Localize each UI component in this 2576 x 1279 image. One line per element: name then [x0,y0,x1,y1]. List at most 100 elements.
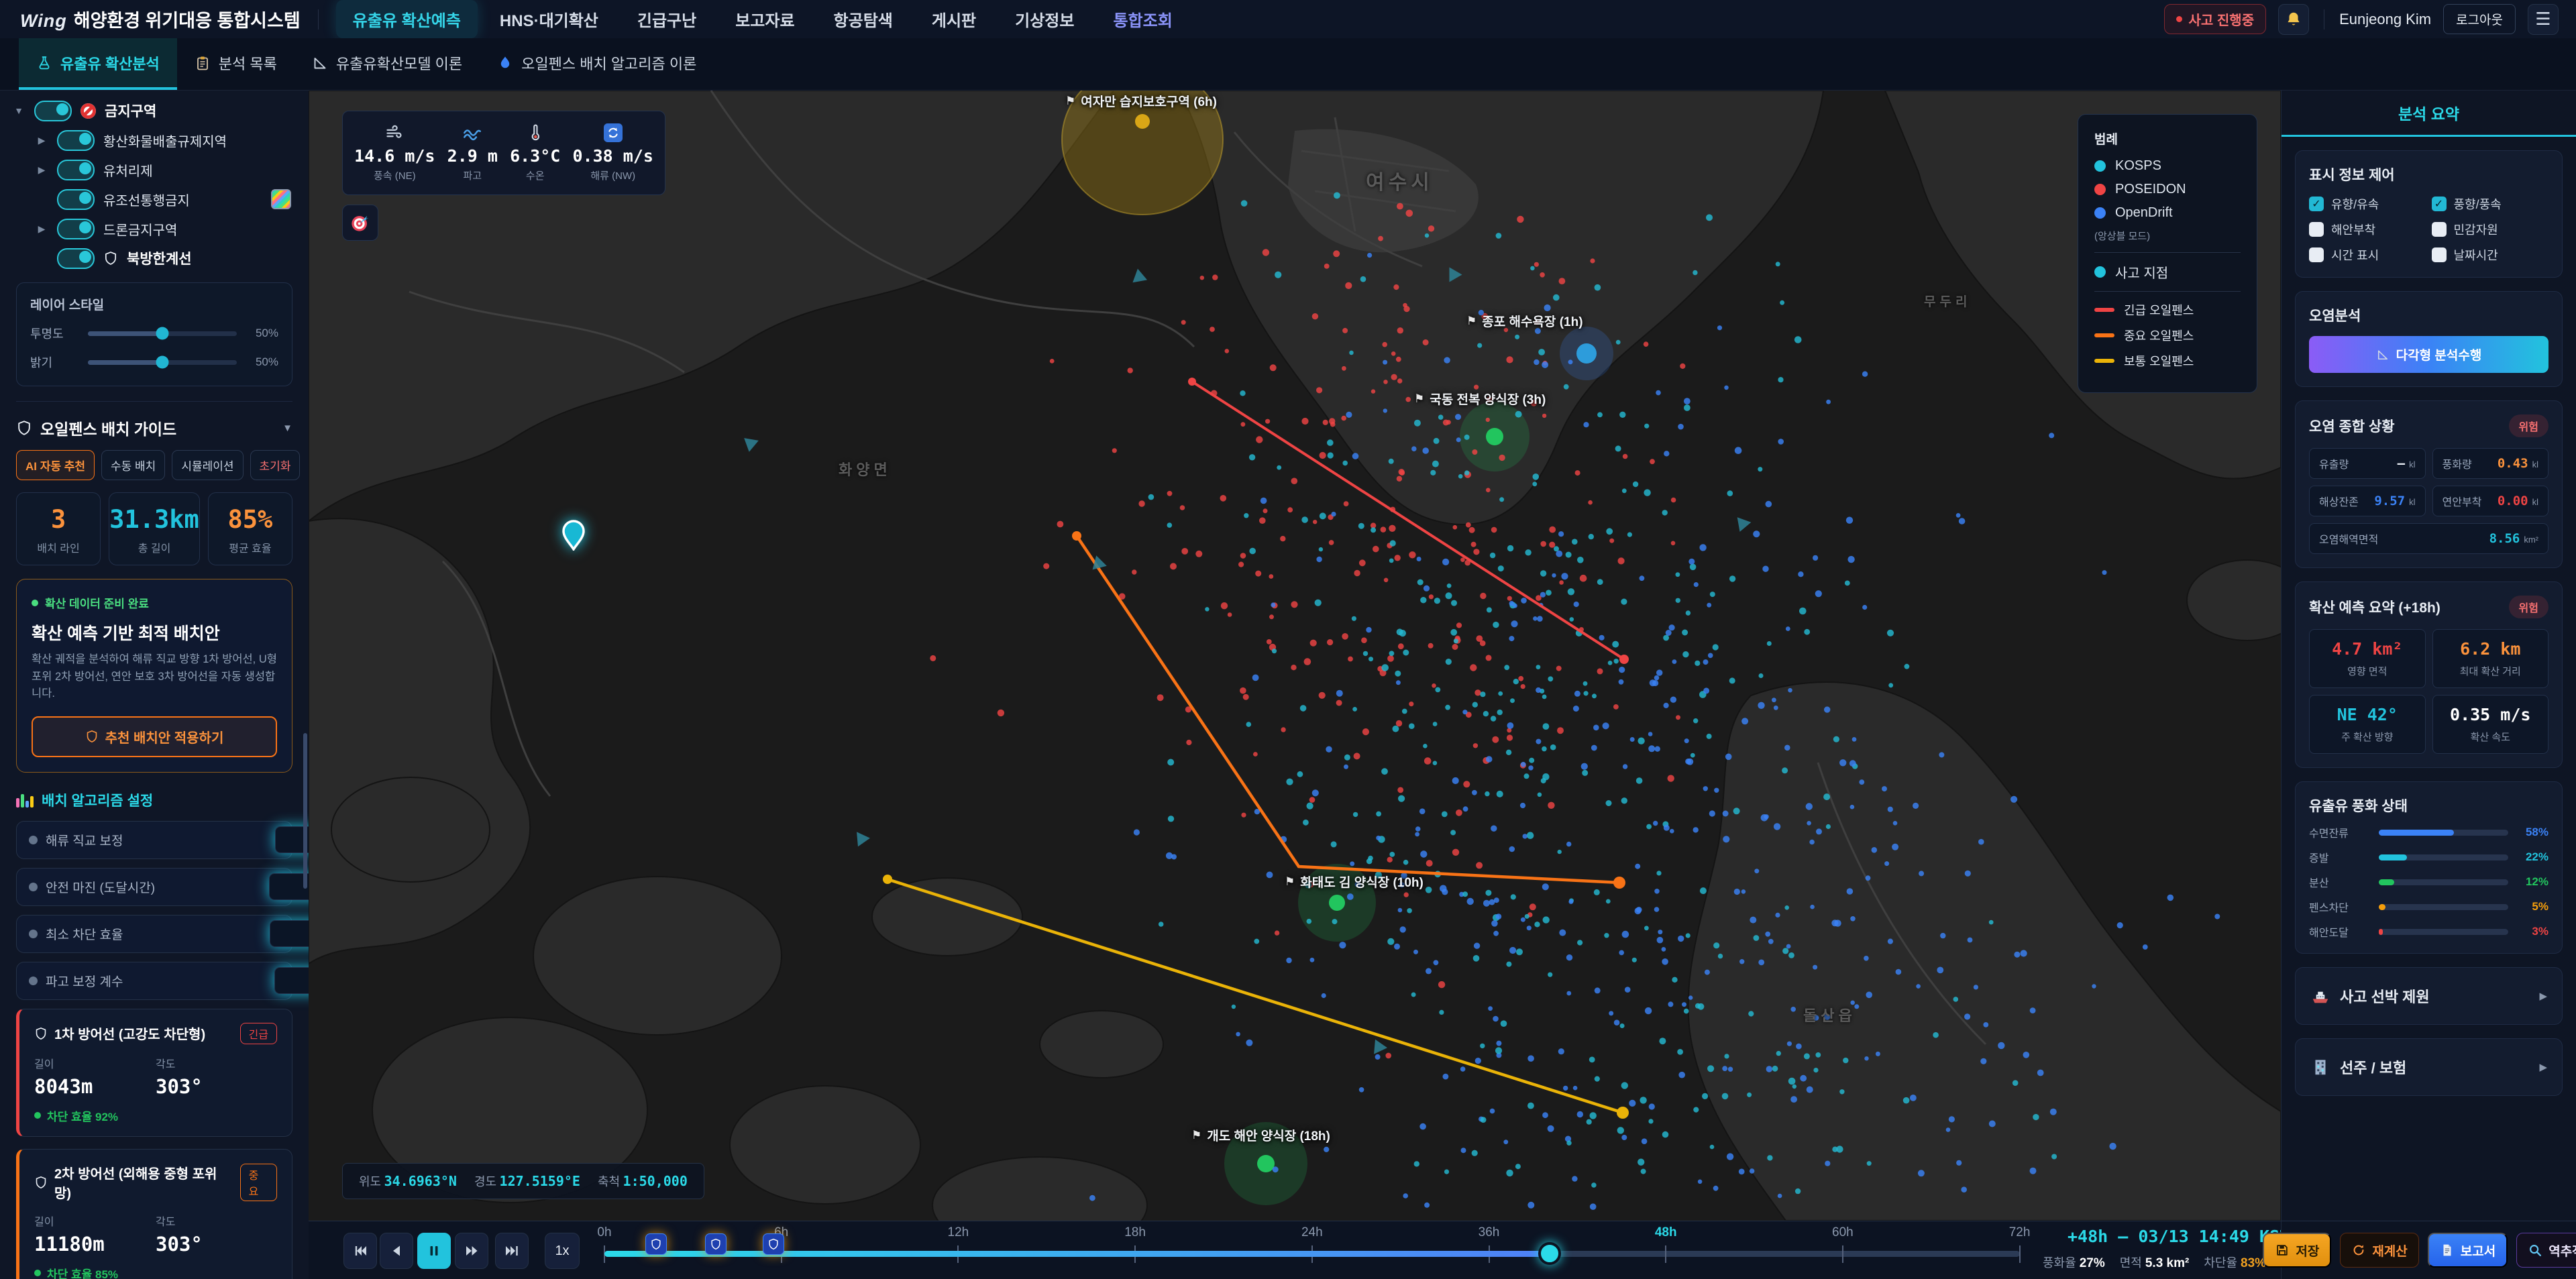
display-checkbox-row[interactable]: 민감자원 [2432,221,2549,238]
polygon-analysis-button[interactable]: 다각형 분석수행 [2309,336,2548,373]
timeline-tick-label[interactable]: 24h [1301,1225,1323,1240]
map-marker-label[interactable]: ⚑국동 전복 양식장 (3h) [1414,390,1546,408]
slider-knob[interactable] [156,356,169,369]
layer-toggle[interactable] [57,189,95,210]
menu-button[interactable]: ☰ [2528,4,2559,35]
nav-tab[interactable]: 유출유 확산예측 [336,0,478,38]
fence-mode-button[interactable]: AI 자동 추천 [16,450,95,480]
subnav-tab[interactable]: 유출유확산모델 이론 [294,38,480,90]
layer-row[interactable]: ▶황산화물배출규제지역 [0,125,309,155]
display-checkbox-row[interactable]: 시간 표시 [2309,246,2426,264]
incident-focus-button[interactable] [342,205,378,241]
checkbox-unchecked[interactable] [2432,247,2447,262]
display-checkbox-row[interactable]: 해안부착 [2309,221,2426,238]
fence-event-marker[interactable] [763,1233,784,1255]
layer-row[interactable]: ▶드론금지구역 [0,214,309,243]
pause-button[interactable] [417,1233,451,1269]
nav-tab[interactable]: 긴급구난 [621,0,713,38]
checkbox-unchecked[interactable] [2309,247,2324,262]
blocking-efficiency: 차단 효율 92% [34,1107,277,1124]
collapsed-section-card[interactable]: 선주 / 보험▶ [2295,1038,2563,1096]
subnav-tab[interactable]: 유출유 확산분석 [19,38,177,90]
collapsed-section-title: 사고 선박 제원 [2340,985,2430,1007]
timeline-tick-label[interactable]: 60h [1832,1225,1854,1240]
recalc-button[interactable]: 재계산 [2340,1233,2418,1268]
param-input[interactable]: 80 [270,920,309,947]
expand-open-icon[interactable]: ▼ [12,105,25,116]
nav-tab[interactable]: 기상정보 [998,0,1091,38]
save-button[interactable]: 저장 [2263,1233,2331,1268]
layer-row[interactable]: ▼금지구역 [0,96,309,125]
incident-dot-icon [2094,266,2106,278]
checkbox-unchecked[interactable] [2309,222,2324,237]
nav-tab[interactable]: 항공탐색 [817,0,910,38]
shield-icon [34,1027,48,1040]
timeline-tick-label[interactable]: 48h [1655,1225,1677,1240]
slider-track[interactable] [88,360,237,365]
playback-speed-button[interactable]: 1x [545,1233,580,1269]
layer-row[interactable]: 북방한계선 [0,243,309,273]
timeline-handle[interactable] [1538,1242,1561,1265]
checkbox-checked[interactable] [2309,197,2324,211]
layer-toggle[interactable] [34,101,72,121]
display-checkbox-row[interactable]: 유향/유속 [2309,195,2426,213]
layer-style-swatch-icon[interactable] [271,189,291,209]
param-input[interactable]: 1 [274,967,310,994]
incident-point-pin[interactable] [562,520,585,551]
nav-tab[interactable]: 게시판 [915,0,993,38]
timeline-tick-label[interactable]: 36h [1479,1225,1500,1240]
layer-toggle[interactable] [57,219,95,239]
fence-event-marker[interactable] [645,1233,667,1255]
defense-line-card[interactable]: 2차 방어선 (외해용 중형 포위망)중요길이11180m각도303°차단 효율… [16,1149,292,1279]
timeline-tick-label[interactable]: 72h [2009,1225,2031,1240]
fence-guide-header[interactable]: 오일펜스 배치 가이드 ▼ [16,401,292,439]
step-back-button[interactable] [380,1233,413,1269]
collapsed-section-title: 선주 / 보험 [2340,1056,2406,1078]
forecast-cell: 4.7 km²영향 면적 [2309,629,2426,688]
collapsed-section-card[interactable]: 사고 선박 제원▶ [2295,967,2563,1025]
display-checkbox-row[interactable]: 풍향/풍속 [2432,195,2549,213]
fence-mode-button[interactable]: 수동 배치 [101,450,165,480]
timeline-tick-label[interactable]: 12h [948,1225,969,1240]
expand-closed-icon[interactable]: ▶ [35,164,48,176]
incident-status-badge[interactable]: 사고 진행중 [2164,4,2267,34]
apply-plan-button[interactable]: 추천 배치안 적용하기 [32,716,277,757]
nav-tab[interactable]: 보고자료 [718,0,811,38]
logout-button[interactable]: 로그아웃 [2443,4,2516,34]
nav-tab[interactable]: HNS·대기확산 [483,0,615,38]
slider-track[interactable] [88,331,237,336]
defense-line-card[interactable]: 1차 방어선 (고강도 차단형)긴급길이8043m각도303°차단 효율 92% [16,1009,292,1137]
expand-closed-icon[interactable]: ▶ [35,135,48,146]
map-marker-label[interactable]: ⚑개도 해안 양식장 (18h) [1191,1126,1330,1144]
sidebar-scrollbar[interactable] [303,733,307,889]
fence-event-marker[interactable] [705,1233,727,1255]
fast-forward-button[interactable] [455,1233,488,1269]
map-canvas[interactable]: ⚑여자만 습지보호구역 (6h) ⚑종포 해수욕장 (1h) ⚑국동 전복 양식장 … [309,91,2281,1221]
report-button[interactable]: 보고서 [2428,1233,2508,1268]
trace-button[interactable]: 역추적 [2516,1233,2576,1268]
nav-tab[interactable]: 통합조회 [1096,0,1189,38]
layer-row[interactable]: ▶유처리제 [0,155,309,184]
pollution-metric-label: 연안부착 [2443,493,2482,509]
subnav-tab[interactable]: 분석 목록 [177,38,294,90]
fence-mode-button[interactable]: 시뮬레이션 [172,450,243,480]
timeline-tick-label[interactable]: 0h [597,1225,611,1240]
layer-toggle[interactable] [57,130,95,151]
notifications-button[interactable] [2278,4,2309,35]
map-marker-label[interactable]: ⚑여자만 습지보호구역 (6h) [1065,92,1217,110]
expand-closed-icon[interactable]: ▶ [35,223,48,235]
skip-start-button[interactable] [343,1233,377,1269]
skip-end-button[interactable] [495,1233,529,1269]
display-checkbox-row[interactable]: 날짜시간 [2432,246,2549,264]
checkbox-checked[interactable] [2432,197,2447,211]
subnav-tab[interactable]: 오일펜스 배치 알고리즘 이론 [480,38,714,90]
map-marker-label[interactable]: ⚑종포 해수욕장 (1h) [1466,312,1583,330]
layer-row[interactable]: 유조선통행금지 [0,184,309,214]
timeline-tick-label[interactable]: 18h [1124,1225,1146,1240]
map-marker-label[interactable]: ⚑화태도 김 양식장 (10h) [1285,873,1424,891]
slider-knob[interactable] [156,327,169,340]
layer-toggle[interactable] [57,160,95,180]
checkbox-unchecked[interactable] [2432,222,2447,237]
layer-toggle[interactable] [57,248,95,269]
fence-mode-button[interactable]: 초기화 [250,450,301,480]
